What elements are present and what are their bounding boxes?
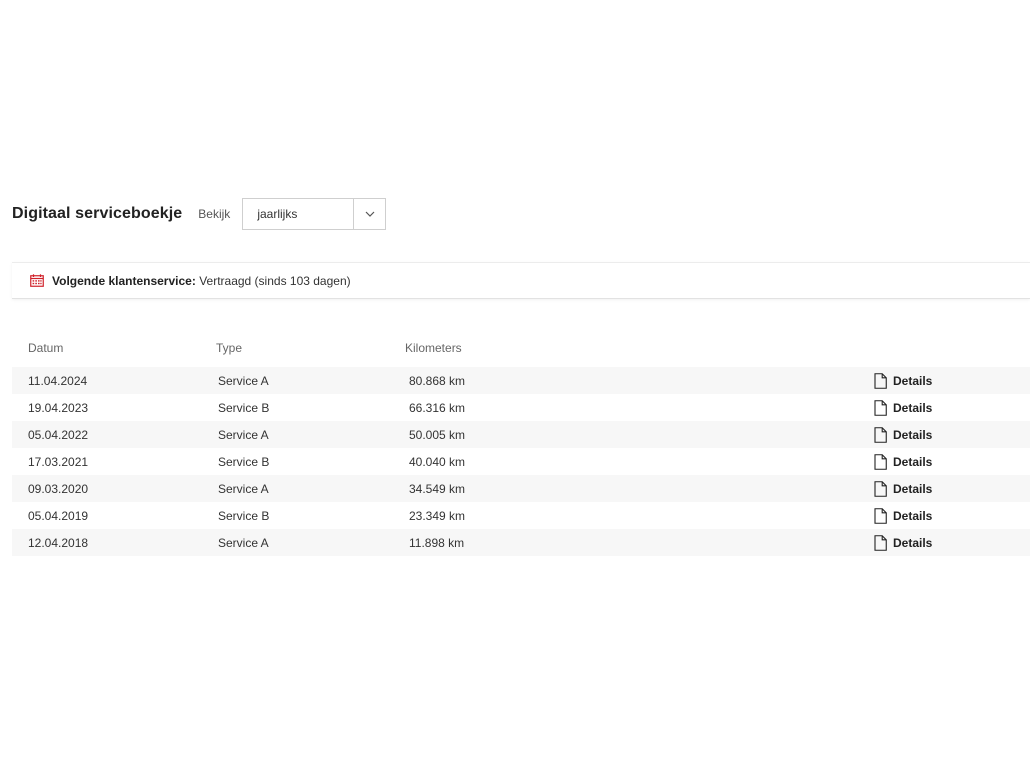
cell-kilometers: 66.316 km — [409, 400, 466, 415]
details-label: Details — [893, 400, 933, 415]
cell-kilometers: 50.005 km — [409, 427, 466, 442]
page-title: Digitaal serviceboekje — [12, 205, 183, 222]
table-row: 09.03.2020 Service A 34.549 km Details — [12, 475, 1030, 502]
details-label: Details — [893, 481, 933, 496]
cell-type: Service A — [218, 535, 269, 550]
cell-type: Service A — [218, 427, 269, 442]
document-icon — [874, 480, 887, 497]
cell-type: Service A — [218, 481, 269, 496]
view-period-value: jaarlijks — [257, 207, 298, 221]
document-icon — [874, 507, 887, 524]
document-icon — [874, 372, 887, 389]
notice-text: Volgende klantenservice: Vertraagd (sind… — [52, 274, 351, 288]
select-toggle[interactable] — [353, 199, 385, 229]
table-row: 19.04.2023 Service B 66.316 km Details — [12, 394, 1030, 421]
document-icon — [874, 534, 887, 551]
calendar-icon — [30, 274, 44, 287]
details-label: Details — [893, 373, 933, 388]
view-label: Bekijk — [198, 207, 231, 221]
details-link[interactable]: Details — [858, 426, 1030, 443]
next-service-notice: Volgende klantenservice: Vertraagd (sind… — [12, 262, 1030, 299]
document-icon — [874, 399, 887, 416]
view-period-select[interactable]: jaarlijks — [242, 198, 387, 230]
cell-kilometers: 34.549 km — [409, 481, 466, 496]
cell-kilometers: 23.349 km — [409, 508, 466, 523]
table-row: 17.03.2021 Service B 40.040 km Details — [12, 448, 1030, 475]
notice-value: Vertraagd (sinds 103 dagen) — [199, 273, 351, 288]
details-link[interactable]: Details — [858, 399, 1030, 416]
cell-type: Service A — [218, 373, 269, 388]
cell-type: Service B — [218, 508, 270, 523]
cell-kilometers: 11.898 km — [409, 535, 465, 550]
details-link[interactable]: Details — [858, 534, 1030, 551]
table-body: 11.04.2024 Service A 80.868 km Details 1… — [12, 367, 1030, 556]
document-icon — [874, 453, 887, 470]
details-link[interactable]: Details — [858, 372, 1030, 389]
cell-date: 19.04.2023 — [28, 400, 89, 415]
table-row: 12.04.2018 Service A 11.898 km Details — [12, 529, 1030, 556]
details-label: Details — [893, 454, 933, 469]
table-row: 05.04.2022 Service A 50.005 km Details — [12, 421, 1030, 448]
cell-kilometers: 80.868 km — [409, 373, 466, 388]
details-link[interactable]: Details — [858, 453, 1030, 470]
cell-date: 17.03.2021 — [28, 454, 89, 469]
cell-type: Service B — [218, 400, 270, 415]
details-link[interactable]: Details — [858, 507, 1030, 524]
details-label: Details — [893, 427, 933, 442]
cell-date: 12.04.2018 — [28, 535, 89, 550]
table-row: 11.04.2024 Service A 80.868 km Details — [12, 367, 1030, 394]
service-book-header: Digitaal serviceboekje Bekijk jaarlijks — [12, 198, 387, 230]
details-label: Details — [893, 508, 933, 523]
cell-date: 05.04.2022 — [28, 427, 89, 442]
cell-type: Service B — [218, 454, 270, 469]
cell-date: 05.04.2019 — [28, 508, 89, 523]
table-row: 05.04.2019 Service B 23.349 km Details — [12, 502, 1030, 529]
column-header-date: Datum — [28, 341, 64, 355]
cell-date: 09.03.2020 — [28, 481, 89, 496]
document-icon — [874, 426, 887, 443]
service-history-table: Datum Type Kilometers 11.04.2024 Service… — [12, 338, 1030, 556]
details-link[interactable]: Details — [858, 480, 1030, 497]
cell-kilometers: 40.040 km — [409, 454, 466, 469]
details-label: Details — [893, 535, 933, 550]
chevron-down-icon — [365, 211, 375, 217]
service-book-page: Digitaal serviceboekje Bekijk jaarlijks — [0, 0, 1030, 772]
column-header-type: Type — [216, 341, 243, 355]
notice-label: Volgende klantenservice: — [52, 273, 196, 288]
column-header-kilometers: Kilometers — [405, 341, 462, 355]
cell-date: 11.04.2024 — [28, 373, 88, 388]
table-header: Datum Type Kilometers — [12, 338, 1030, 358]
